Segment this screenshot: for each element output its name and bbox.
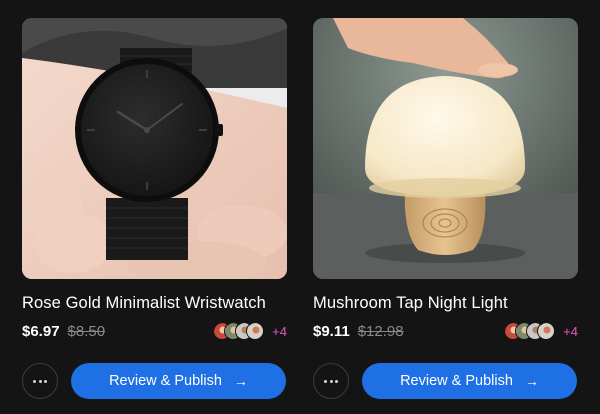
more-horizontal-icon: [323, 379, 327, 383]
review-publish-label: Review & Publish: [400, 373, 513, 389]
product-title: Rose Gold Minimalist Wristwatch: [22, 294, 266, 312]
product-card[interactable]: Mushroom Tap Night Light $9.11 $12.98 +4…: [313, 18, 578, 399]
mushroom-lamp-image: [313, 18, 578, 279]
more-options-button[interactable]: [313, 363, 349, 399]
product-title: Mushroom Tap Night Light: [313, 294, 508, 312]
review-publish-label: Review & Publish: [109, 373, 222, 389]
product-old-price: $8.50: [67, 322, 106, 340]
review-publish-button[interactable]: Review & Publish →: [362, 363, 577, 399]
avatar: [246, 322, 265, 340]
product-price: $9.11: [313, 322, 350, 340]
price-row: $9.11 $12.98 +4: [313, 321, 578, 341]
extra-reviewers-count: +4: [272, 323, 287, 339]
reviewer-avatars[interactable]: +4: [504, 321, 578, 341]
more-options-button[interactable]: [22, 363, 58, 399]
avatar: [537, 322, 556, 340]
card-actions: Review & Publish →: [313, 363, 578, 399]
more-horizontal-icon: [32, 379, 36, 383]
price-row: $6.97 $8.50 +4: [22, 321, 287, 341]
product-old-price: $12.98: [357, 322, 404, 340]
reviewer-avatars[interactable]: +4: [213, 321, 287, 341]
review-publish-button[interactable]: Review & Publish →: [71, 363, 286, 399]
arrow-right-icon: →: [524, 373, 539, 389]
product-price: $6.97: [22, 322, 60, 340]
arrow-right-icon: →: [233, 373, 248, 389]
product-image[interactable]: [22, 18, 287, 279]
product-image[interactable]: [313, 18, 578, 279]
extra-reviewers-count: +4: [563, 323, 578, 339]
product-card[interactable]: Rose Gold Minimalist Wristwatch $6.97 $8…: [22, 18, 287, 399]
card-actions: Review & Publish →: [22, 363, 287, 399]
wristwatch-image: [22, 18, 287, 279]
